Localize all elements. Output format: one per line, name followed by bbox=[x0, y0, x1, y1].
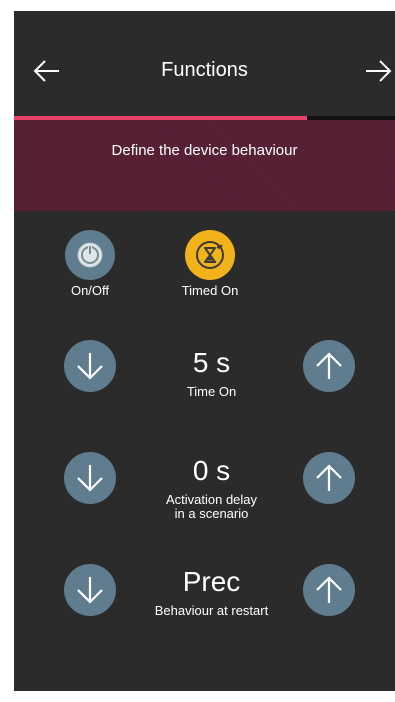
mode-on-off-circle bbox=[65, 230, 115, 280]
arrow-up-icon bbox=[316, 576, 342, 603]
time-on-label: Time On bbox=[186, 384, 237, 399]
arrow-down-icon bbox=[77, 353, 103, 380]
mode-on-off-button[interactable]: On/Off bbox=[30, 230, 150, 298]
arrow-up-icon bbox=[316, 464, 342, 491]
mode-timed-on-label: Timed On bbox=[181, 283, 239, 298]
restart-behaviour-label: Behaviour at restart bbox=[154, 603, 269, 618]
time-on-value: 5 s bbox=[192, 347, 231, 378]
restart-behaviour-setting: Prec Behaviour at restart bbox=[124, 566, 299, 618]
restart-behaviour-value: Prec bbox=[182, 566, 241, 597]
header: Functions bbox=[14, 11, 395, 116]
arrow-right-icon bbox=[366, 60, 392, 82]
activation-delay-label: Activation delay in a scenario bbox=[165, 492, 258, 521]
restart-behaviour-decrease-button[interactable] bbox=[64, 564, 116, 616]
activation-delay-setting: 0 s Activation delay in a scenario bbox=[124, 455, 299, 521]
arrow-down-icon bbox=[77, 465, 103, 492]
forward-button[interactable] bbox=[363, 56, 393, 86]
activation-delay-value: 0 s bbox=[192, 455, 231, 486]
time-on-increase-button[interactable] bbox=[303, 340, 355, 392]
power-icon bbox=[77, 242, 103, 268]
mode-timed-on-circle bbox=[185, 230, 235, 280]
restart-behaviour-increase-button[interactable] bbox=[303, 564, 355, 616]
time-on-decrease-button[interactable] bbox=[64, 340, 116, 392]
hourglass-icon bbox=[196, 241, 224, 269]
mode-on-off-label: On/Off bbox=[70, 283, 110, 298]
activation-delay-increase-button[interactable] bbox=[303, 452, 355, 504]
banner: Define the device behaviour bbox=[14, 120, 395, 211]
screen: Functions Define the device behaviour On… bbox=[14, 11, 395, 691]
page-title: Functions bbox=[161, 59, 248, 81]
banner-subtitle: Define the device behaviour bbox=[111, 142, 298, 159]
arrow-up-icon bbox=[316, 352, 342, 379]
arrow-down-icon bbox=[77, 577, 103, 604]
activation-delay-decrease-button[interactable] bbox=[64, 452, 116, 504]
time-on-setting: 5 s Time On bbox=[124, 347, 299, 399]
mode-timed-on-button[interactable]: Timed On bbox=[150, 230, 270, 298]
